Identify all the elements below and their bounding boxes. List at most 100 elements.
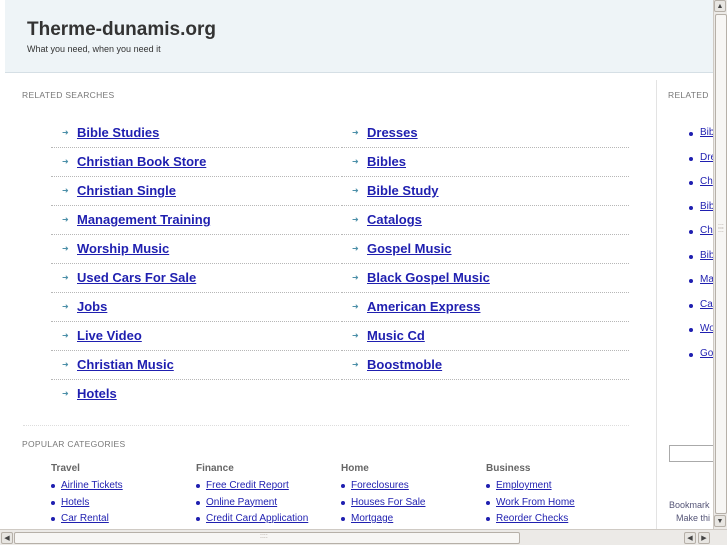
bullet-icon [196, 517, 200, 521]
right-related-link[interactable]: Bib [700, 127, 713, 138]
arrow-right-icon: ➜ [352, 186, 359, 195]
related-search-link[interactable]: Bible Studies [77, 125, 159, 140]
vertical-scroll-thumb[interactable]: :::::: [715, 14, 727, 514]
site-header: Therme-dunamis.org What you need, when y… [5, 0, 713, 73]
arrow-right-icon: ➜ [62, 302, 69, 311]
related-search-row: ➜ Catalogs [341, 206, 629, 235]
bullet-icon [689, 279, 693, 283]
arrow-down-icon: ▼ [716, 517, 724, 525]
right-related-link[interactable]: Go [700, 348, 713, 359]
bullet-icon [486, 517, 490, 521]
bullet-icon [196, 500, 200, 505]
scroll-right-button[interactable]: ▶ [698, 532, 710, 544]
category-link[interactable]: Hotels [61, 497, 89, 508]
horizontal-scrollbar[interactable]: ◀ :::: ◀ ▶ [0, 529, 727, 545]
right-related-link[interactable]: Ch [700, 225, 713, 236]
related-search-row: ➜ Worship Music [51, 235, 339, 264]
grip-icon: :::::: [718, 223, 724, 234]
scroll-left-button[interactable]: ◀ [1, 532, 13, 544]
arrow-right-icon: ➜ [352, 302, 359, 311]
grip-icon: :::: [260, 533, 268, 540]
right-related-link[interactable]: Ma [700, 274, 713, 285]
arrow-right-icon: ▶ [701, 535, 707, 542]
bullet-icon [486, 484, 490, 488]
category-title: Finance [196, 463, 234, 474]
related-search-link[interactable]: Jobs [77, 299, 107, 314]
site-tagline: What you need, when you need it [27, 44, 161, 54]
related-search-row: ➜ Management Training [51, 206, 339, 235]
category-link[interactable]: Mortgage [351, 513, 393, 524]
horizontal-scroll-thumb[interactable]: :::: [14, 532, 520, 544]
right-related-link[interactable]: Bib [700, 250, 713, 261]
bullet-icon [196, 484, 200, 488]
category-link[interactable]: Reorder Checks [496, 513, 568, 524]
related-search-row: ➜ Christian Music [51, 351, 339, 380]
category-link[interactable]: Work From Home [496, 497, 575, 508]
category-link[interactable]: Online Payment [206, 497, 277, 508]
right-related-label: RELATED [668, 90, 709, 100]
related-search-link[interactable]: Christian Music [77, 357, 174, 372]
category-link[interactable]: Houses For Sale [351, 497, 425, 508]
category-link[interactable]: Airline Tickets [61, 480, 123, 491]
section-divider [23, 425, 629, 426]
related-search-link[interactable]: Bibles [367, 154, 406, 169]
scroll-left-button-2[interactable]: ◀ [684, 532, 696, 544]
related-search-link[interactable]: Management Training [77, 212, 211, 227]
related-search-link[interactable]: Christian Single [77, 183, 176, 198]
arrow-right-icon: ➜ [62, 389, 69, 398]
make-homepage-link[interactable]: Make thi [676, 513, 710, 523]
category-title: Home [341, 463, 369, 474]
bullet-icon [341, 500, 345, 505]
scroll-down-button[interactable]: ▼ [714, 515, 726, 527]
right-related-link[interactable]: Ch [700, 176, 713, 187]
related-searches-label: RELATED SEARCHES [22, 90, 115, 100]
related-search-link[interactable]: Catalogs [367, 212, 422, 227]
arrow-right-icon: ➜ [62, 360, 69, 369]
related-search-link[interactable]: Worship Music [77, 241, 169, 256]
related-search-link[interactable]: Hotels [77, 386, 117, 401]
bookmark-link[interactable]: Bookmark [669, 500, 710, 510]
right-search-input[interactable] [669, 445, 713, 462]
category-link[interactable]: Credit Card Application [206, 513, 308, 524]
right-related-link[interactable]: Ca [700, 299, 713, 310]
related-search-link[interactable]: Used Cars For Sale [77, 270, 196, 285]
popular-categories-label: POPULAR CATEGORIES [22, 439, 126, 449]
category-link[interactable]: Car Rental [61, 513, 109, 524]
arrow-right-icon: ➜ [352, 157, 359, 166]
bullet-icon [689, 181, 693, 185]
related-search-link[interactable]: Black Gospel Music [367, 270, 490, 285]
bullet-icon [689, 352, 693, 357]
related-search-link[interactable]: Bible Study [367, 183, 439, 198]
related-search-link[interactable]: American Express [367, 299, 480, 314]
arrow-right-icon: ➜ [62, 128, 69, 137]
site-title[interactable]: Therme-dunamis.org [27, 19, 216, 41]
vertical-scrollbar[interactable]: ▲ :::::: ▼ [713, 0, 727, 529]
category-link[interactable]: Foreclosures [351, 480, 409, 491]
arrow-right-icon: ➜ [62, 273, 69, 282]
bullet-icon [689, 132, 693, 136]
related-search-row: ➜ Bible Study [341, 177, 629, 206]
bullet-icon [689, 254, 693, 259]
right-related-link[interactable]: Bib [700, 201, 713, 212]
related-search-link[interactable]: Live Video [77, 328, 142, 343]
related-search-link[interactable]: Boostmoble [367, 357, 442, 372]
scroll-up-button[interactable]: ▲ [714, 0, 726, 12]
related-search-link[interactable]: Music Cd [367, 328, 425, 343]
category-link[interactable]: Free Credit Report [206, 480, 289, 491]
arrow-right-icon: ➜ [62, 244, 69, 253]
related-search-link[interactable]: Dresses [367, 125, 418, 140]
related-search-row: ➜ Gospel Music [341, 235, 629, 264]
bullet-icon [689, 328, 693, 332]
category-title: Business [486, 463, 531, 474]
right-related-panel: RELATED Bookmark Make thi Bib Dre Ch Bib Ch B… [656, 80, 713, 529]
category-title: Travel [51, 463, 80, 474]
arrow-right-icon: ➜ [352, 273, 359, 282]
right-related-link[interactable]: Wo [700, 323, 713, 334]
related-search-link[interactable]: Christian Book Store [77, 154, 206, 169]
related-search-row: ➜ Dresses [341, 119, 629, 148]
related-search-link[interactable]: Gospel Music [367, 241, 452, 256]
bullet-icon [51, 500, 55, 505]
category-link[interactable]: Employment [496, 480, 552, 491]
right-related-link[interactable]: Dre [700, 152, 713, 163]
arrow-left-icon: ◀ [687, 535, 693, 542]
